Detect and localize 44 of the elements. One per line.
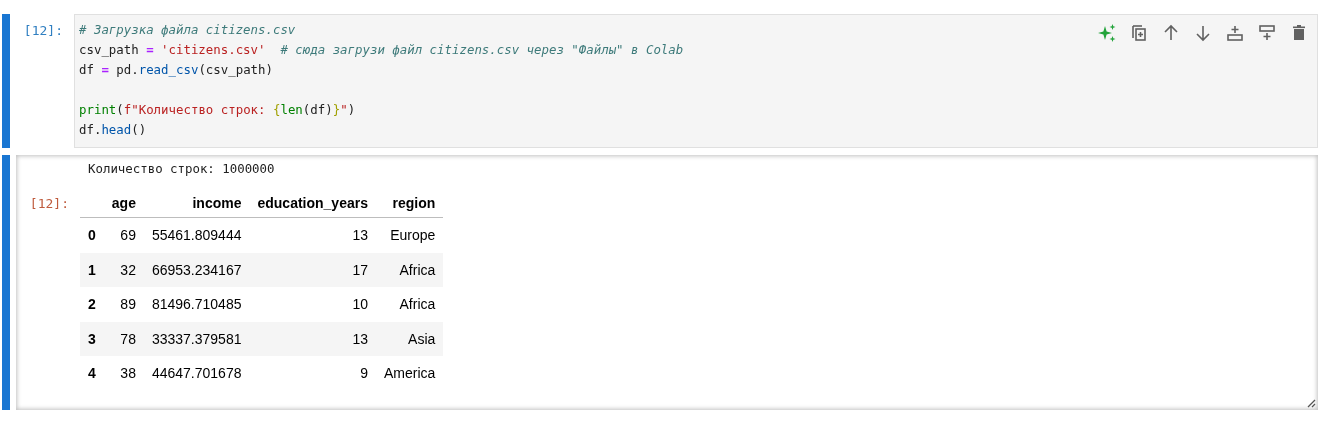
table-cell: 89 <box>120 296 136 313</box>
table-cell: 10 <box>352 296 368 313</box>
table-cell: 13 <box>352 330 368 347</box>
code-line: print(f"Количество строк: {len(df)}") <box>79 101 356 119</box>
table-cell: 66953.234167 <box>151 261 242 278</box>
sparkle-icon[interactable] <box>1097 23 1117 43</box>
table-cell: Africa <box>399 261 436 278</box>
insert-below-icon[interactable] <box>1257 23 1277 43</box>
row-index: 1 <box>88 261 96 278</box>
code-line: # Загрузка файла citizens.csv <box>79 21 296 39</box>
resize-grip-icon[interactable] <box>1306 398 1316 408</box>
code-line: df = pd.read_csv(csv_path) <box>79 61 273 79</box>
table-cell: Africa <box>399 296 436 313</box>
column-header: income <box>192 195 242 211</box>
table-cell: America <box>383 365 436 382</box>
table-cell: 81496.710485 <box>151 296 242 313</box>
column-header: region <box>392 195 436 211</box>
code-line: csv_path = 'citizens.csv' # сюда загрузи файл citizens.csv через "Файлы" в Colab <box>79 41 684 59</box>
table-cell: 69 <box>120 227 136 244</box>
row-index: 3 <box>88 330 96 347</box>
row-index: 2 <box>88 296 96 313</box>
arrow-down-icon[interactable] <box>1193 23 1213 43</box>
insert-above-icon[interactable] <box>1225 23 1245 43</box>
table-cell: 17 <box>352 261 368 278</box>
table-cell: Asia <box>408 330 436 347</box>
cell-prompt: [12]: <box>23 23 63 38</box>
table-cell: 9 <box>360 365 368 382</box>
column-header: education_years <box>257 195 368 211</box>
row-index: 4 <box>88 365 96 382</box>
column-header: age <box>111 195 136 211</box>
table-cell: 55461.809444 <box>151 227 242 244</box>
table-cell: 33337.379581 <box>151 330 242 347</box>
code-line: df.head() <box>79 121 147 139</box>
copy-icon[interactable] <box>1129 23 1149 43</box>
cell-prompt: [12]: <box>29 196 69 211</box>
output-text: Количество строк: 1000000 <box>87 161 276 178</box>
table-cell: 44647.701678 <box>151 365 242 382</box>
table-cell: 13 <box>352 227 368 244</box>
table-cell: 78 <box>120 330 136 347</box>
table-cell: 32 <box>120 261 136 278</box>
table-cell: Europe <box>390 227 436 244</box>
code-editor[interactable]: # Загрузка файла citizens.csv csv_path = 'citizens.csv' # сюда загрузи файл citizens.csv через "Файлы" в Colab df = pd.read_csv(csv_path) print(f"Количество строк: {len(df)}") df.head() <box>74 14 1318 148</box>
table-cell: 38 <box>120 365 136 382</box>
row-index: 0 <box>88 227 96 244</box>
